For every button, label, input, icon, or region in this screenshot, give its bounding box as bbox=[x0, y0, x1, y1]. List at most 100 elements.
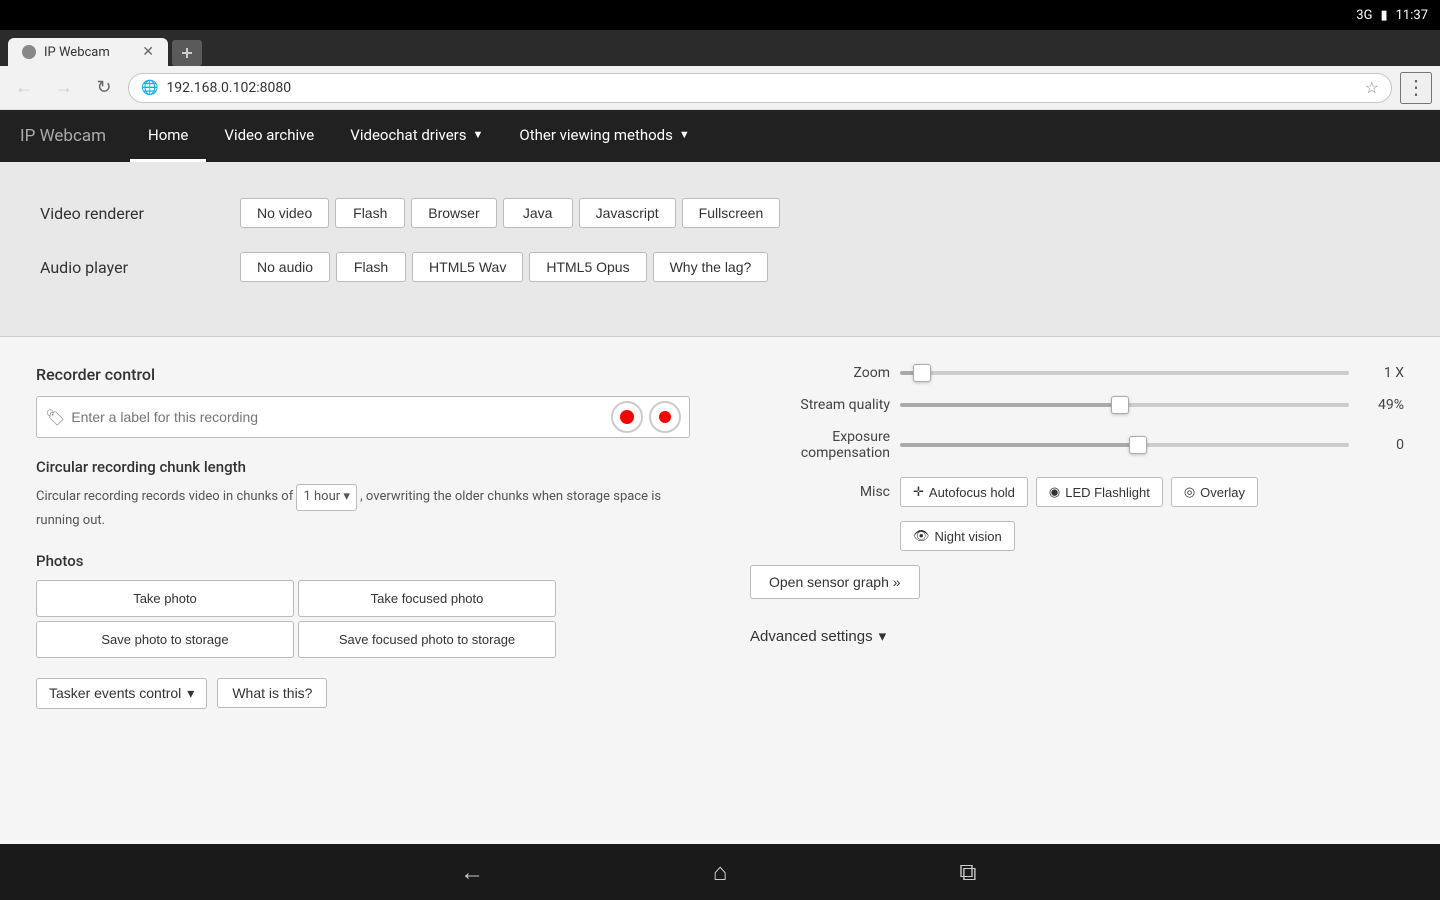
video-btn-browser[interactable]: Browser bbox=[411, 198, 496, 228]
audio-btn-no-audio[interactable]: No audio bbox=[240, 252, 330, 282]
battery-icon: ▮ bbox=[1380, 8, 1387, 23]
exposure-fill bbox=[900, 443, 1138, 447]
nav-item-other-viewing[interactable]: Other viewing methods ▼ bbox=[501, 110, 707, 162]
tab-title: IP Webcam bbox=[44, 45, 110, 60]
renderer-section: Video renderer No video Flash Browser Ja… bbox=[0, 162, 1440, 337]
address-bar[interactable]: 🌐 192.168.0.102:8080 ☆ bbox=[128, 73, 1392, 103]
app-nav: IP Webcam Home Video archive Videochat d… bbox=[0, 110, 1440, 162]
signal-icon: 3G bbox=[1356, 8, 1372, 23]
right-panel: Zoom 1 X Stream quality bbox=[730, 365, 1404, 816]
audio-btn-html5wav[interactable]: HTML5 Wav bbox=[412, 252, 523, 282]
advanced-settings-row: Advanced settings ▾ bbox=[750, 627, 1404, 645]
video-renderer-row: Video renderer No video Flash Browser Ja… bbox=[40, 198, 1400, 228]
recording-label-input[interactable] bbox=[71, 409, 605, 425]
other-viewing-dropdown-arrow: ▼ bbox=[679, 128, 690, 141]
stream-quality-thumb[interactable] bbox=[1111, 396, 1129, 414]
forward-button[interactable]: → bbox=[48, 72, 80, 104]
app-title: IP Webcam bbox=[20, 126, 106, 146]
left-panel: Recorder control 🏷 Circular recording ch… bbox=[36, 365, 730, 816]
video-btn-javascript[interactable]: Javascript bbox=[579, 198, 676, 228]
save-photo-button[interactable]: Save photo to storage bbox=[36, 621, 294, 658]
autofocus-hold-button[interactable]: ✛ Autofocus hold bbox=[900, 477, 1028, 507]
record-stop-button[interactable] bbox=[649, 401, 681, 433]
exposure-slider[interactable] bbox=[900, 443, 1349, 447]
zoom-track bbox=[900, 371, 1349, 375]
take-focused-photo-button[interactable]: Take focused photo bbox=[298, 580, 556, 617]
advanced-settings-button[interactable]: Advanced settings ▾ bbox=[750, 627, 886, 645]
night-vision-icon: 👁 bbox=[913, 528, 930, 544]
main-content: Video renderer No video Flash Browser Ja… bbox=[0, 162, 1440, 844]
stream-quality-slider-row: Stream quality 49% bbox=[750, 397, 1404, 413]
new-tab-button[interactable] bbox=[172, 40, 202, 66]
misc-label: Misc bbox=[750, 484, 890, 500]
browser-tab[interactable]: IP Webcam ✕ bbox=[8, 38, 168, 66]
android-recent-button[interactable]: ⧉ bbox=[944, 848, 992, 896]
night-vision-button[interactable]: 👁 Night vision bbox=[900, 521, 1015, 551]
video-btn-java[interactable]: Java bbox=[503, 198, 573, 228]
record-dot-icon bbox=[620, 410, 634, 424]
bookmark-button[interactable]: ☆ bbox=[1365, 78, 1379, 97]
tab-bar: IP Webcam ✕ bbox=[0, 30, 1440, 66]
misc-buttons: ✛ Autofocus hold ◉ LED Flashlight ◎ Over… bbox=[900, 477, 1258, 507]
lower-section: Recorder control 🏷 Circular recording ch… bbox=[0, 337, 1440, 844]
tag-icon: 🏷 bbox=[45, 408, 65, 427]
overlay-icon: ◎ bbox=[1184, 484, 1195, 500]
recorder-input-row: 🏷 bbox=[36, 396, 690, 438]
browser-menu-button[interactable]: ⋮ bbox=[1400, 72, 1432, 104]
what-is-this-button[interactable]: What is this? bbox=[217, 678, 327, 708]
status-bar: 3G ▮ 11:37 bbox=[0, 0, 1440, 30]
stream-quality-slider[interactable] bbox=[900, 403, 1349, 407]
led-icon: ◉ bbox=[1049, 484, 1060, 500]
audio-btn-why-lag[interactable]: Why the lag? bbox=[653, 252, 769, 282]
take-photo-button[interactable]: Take photo bbox=[36, 580, 294, 617]
tasker-dropdown-arrow: ▾ bbox=[187, 685, 194, 702]
videochat-dropdown-arrow: ▼ bbox=[473, 128, 484, 141]
video-renderer-buttons: No video Flash Browser Java Javascript F… bbox=[240, 198, 780, 228]
circular-recording-desc: Circular recording records video in chun… bbox=[36, 484, 690, 532]
audio-player-row: Audio player No audio Flash HTML5 Wav HT… bbox=[40, 252, 1400, 282]
overlay-button[interactable]: ◎ Overlay bbox=[1171, 477, 1258, 507]
hour-select[interactable]: 1 hour ▾ bbox=[296, 484, 356, 511]
record-stop-dot-icon bbox=[659, 411, 671, 423]
video-btn-no-video[interactable]: No video bbox=[240, 198, 329, 228]
nav-item-videochat-drivers[interactable]: Videochat drivers ▼ bbox=[332, 110, 501, 162]
exposure-track bbox=[900, 443, 1349, 447]
exposure-label: Exposure compensation bbox=[750, 429, 890, 461]
zoom-thumb[interactable] bbox=[913, 364, 931, 382]
tab-close-button[interactable]: ✕ bbox=[142, 44, 154, 60]
audio-btn-html5opus[interactable]: HTML5 Opus bbox=[529, 252, 646, 282]
back-button[interactable]: ← bbox=[8, 72, 40, 104]
stream-quality-track bbox=[900, 403, 1349, 407]
exposure-thumb[interactable] bbox=[1129, 436, 1147, 454]
record-start-button[interactable] bbox=[611, 401, 643, 433]
zoom-label: Zoom bbox=[750, 365, 890, 381]
tab-favicon bbox=[22, 45, 36, 59]
stream-quality-fill bbox=[900, 403, 1120, 407]
url-text: 192.168.0.102:8080 bbox=[166, 80, 1356, 96]
sensor-graph-button[interactable]: Open sensor graph » bbox=[750, 565, 920, 599]
android-back-button[interactable]: ← bbox=[448, 848, 496, 896]
audio-btn-flash[interactable]: Flash bbox=[336, 252, 406, 282]
misc-row: Misc ✛ Autofocus hold ◉ LED Flashlight ◎ bbox=[750, 477, 1404, 507]
recorder-title: Recorder control bbox=[36, 365, 690, 384]
zoom-slider[interactable] bbox=[900, 371, 1349, 375]
nav-item-video-archive[interactable]: Video archive bbox=[206, 110, 332, 162]
sensor-graph-row: Open sensor graph » bbox=[750, 565, 1404, 613]
zoom-value: 1 X bbox=[1359, 365, 1404, 381]
nav-item-home[interactable]: Home bbox=[130, 110, 206, 162]
browser-nav-bar: ← → ↻ 🌐 192.168.0.102:8080 ☆ ⋮ bbox=[0, 66, 1440, 110]
globe-icon: 🌐 bbox=[141, 80, 158, 96]
tasker-button[interactable]: Tasker events control ▾ bbox=[36, 678, 207, 709]
reload-button[interactable]: ↻ bbox=[88, 72, 120, 104]
bottom-nav-bar: ← ⌂ ⧉ bbox=[0, 844, 1440, 900]
video-btn-fullscreen[interactable]: Fullscreen bbox=[682, 198, 781, 228]
android-home-button[interactable]: ⌂ bbox=[696, 848, 744, 896]
save-focused-photo-button[interactable]: Save focused photo to storage bbox=[298, 621, 556, 658]
exposure-value: 0 bbox=[1359, 437, 1404, 453]
exposure-slider-row: Exposure compensation 0 bbox=[750, 429, 1404, 461]
autofocus-icon: ✛ bbox=[913, 484, 924, 500]
circular-recording-title: Circular recording chunk length bbox=[36, 458, 690, 476]
video-renderer-label: Video renderer bbox=[40, 204, 240, 223]
led-flashlight-button[interactable]: ◉ LED Flashlight bbox=[1036, 477, 1163, 507]
video-btn-flash[interactable]: Flash bbox=[335, 198, 405, 228]
